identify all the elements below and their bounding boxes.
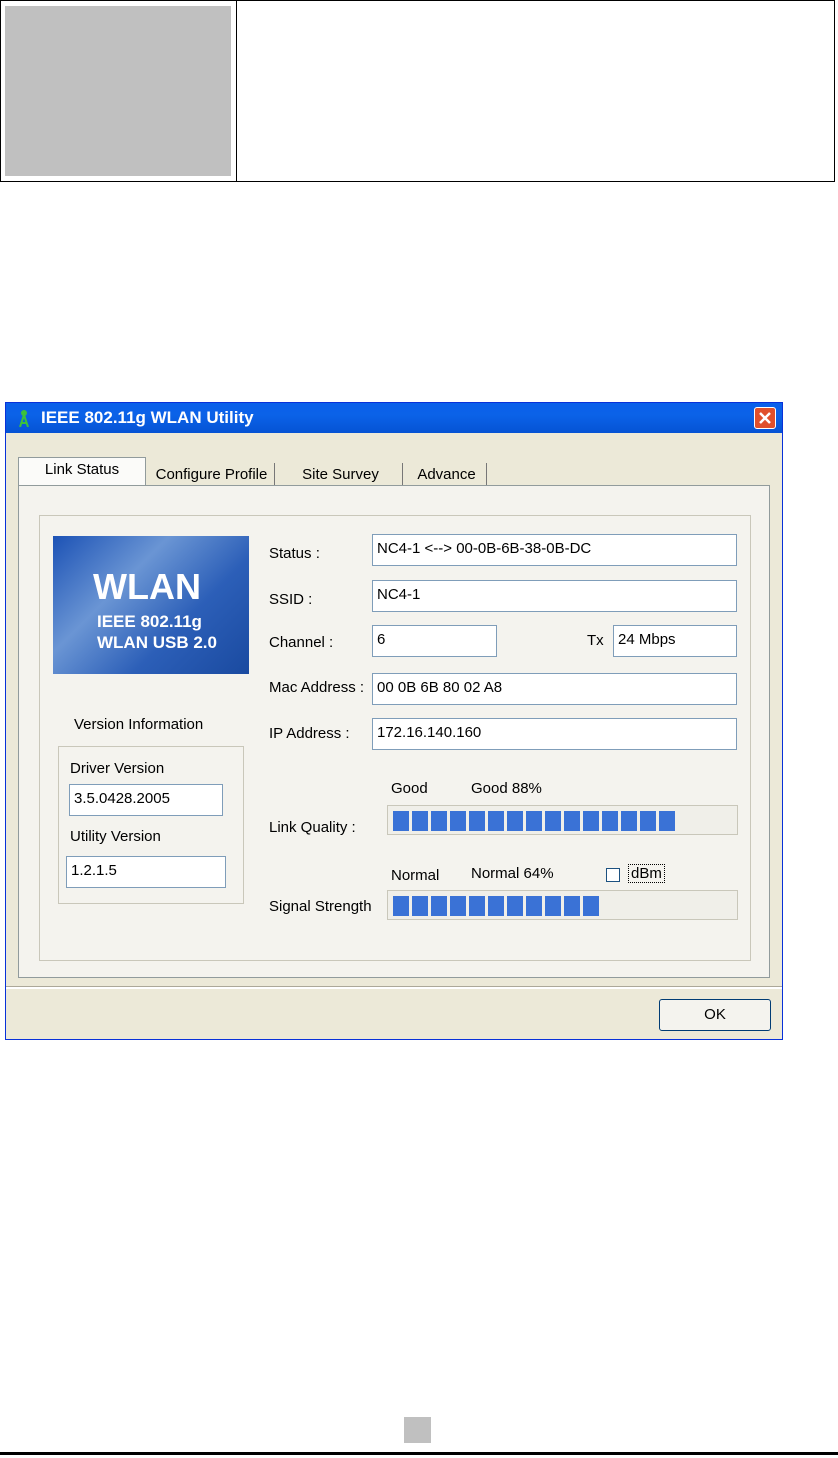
link-quality-segment (564, 811, 580, 831)
signal-strength-segment (564, 896, 580, 916)
signal-strength-text: Normal 64% (471, 865, 554, 882)
status-label: Status : (269, 545, 320, 562)
tab-configure-profile[interactable]: Configure Profile (149, 463, 275, 487)
link-quality-segment (488, 811, 504, 831)
footer-rule (0, 1452, 838, 1455)
header-table (0, 0, 835, 182)
link-quality-segment (602, 811, 618, 831)
signal-strength-word: Normal (391, 867, 440, 884)
signal-strength-segment (431, 896, 447, 916)
signal-strength-segment (526, 896, 542, 916)
close-button[interactable] (754, 407, 776, 429)
link-quality-segment (545, 811, 561, 831)
header-divider (236, 1, 237, 181)
link-quality-segment (526, 811, 542, 831)
link-quality-segment (469, 811, 485, 831)
title-bar[interactable]: IEEE 802.11g WLAN Utility (6, 403, 782, 433)
version-heading: Version Information (74, 716, 204, 733)
signal-strength-label: Signal Strength (269, 898, 372, 915)
dbm-checkbox[interactable] (606, 868, 620, 882)
tx-rate-field: 24 Mbps (613, 625, 737, 657)
antenna-icon (19, 410, 29, 427)
ip-address-label: IP Address : (269, 725, 350, 742)
driver-version-label: Driver Version (70, 760, 165, 777)
ssid-label: SSID : (269, 591, 313, 608)
channel-field: 6 (372, 625, 497, 657)
utility-version-field: 1.2.1.5 (66, 856, 226, 888)
driver-version-field: 3.5.0428.2005 (69, 784, 223, 816)
logo-text-wlan: WLAN (93, 566, 201, 607)
link-quality-segment (621, 811, 637, 831)
header-gray-cell (5, 6, 231, 176)
close-icon (759, 412, 771, 424)
ip-address-field: 172.16.140.160 (372, 718, 737, 750)
link-quality-segment (412, 811, 428, 831)
ssid-field: NC4-1 (372, 580, 737, 612)
link-quality-segment (640, 811, 656, 831)
channel-label: Channel : (269, 634, 334, 651)
page-number-box (404, 1417, 431, 1443)
dbm-label[interactable]: dBm (628, 864, 665, 883)
logo-text-standard: IEEE 802.11g (97, 612, 202, 631)
utility-version-label: Utility Version (70, 828, 161, 845)
ok-button[interactable]: OK (659, 999, 771, 1031)
tx-label: Tx (587, 632, 604, 649)
wlan-logo: WLAN IEEE 802.11g WLAN USB 2.0 (53, 536, 249, 674)
link-quality-segment (659, 811, 675, 831)
link-quality-word: Good (391, 780, 428, 797)
signal-strength-segment (507, 896, 523, 916)
link-quality-segment (583, 811, 599, 831)
signal-strength-segment (469, 896, 485, 916)
signal-strength-segment (393, 896, 409, 916)
wlan-utility-window: IEEE 802.11g WLAN Utility Link Status Co… (5, 402, 783, 1040)
link-quality-text: Good 88% (471, 780, 542, 797)
link-quality-segment (431, 811, 447, 831)
link-quality-segment (507, 811, 523, 831)
signal-strength-segment (583, 896, 599, 916)
signal-strength-segment (412, 896, 428, 916)
link-quality-segment (393, 811, 409, 831)
logo-text-usb: WLAN USB 2.0 (97, 633, 217, 652)
tab-link-status[interactable]: Link Status (18, 457, 146, 487)
link-quality-bar (387, 805, 738, 835)
footer-divider (6, 986, 782, 989)
mac-address-label: Mac Address : (269, 679, 365, 696)
signal-strength-segment (545, 896, 561, 916)
tab-advance[interactable]: Advance (407, 463, 487, 487)
window-title: IEEE 802.11g WLAN Utility (41, 408, 254, 427)
signal-strength-bar (387, 890, 738, 920)
link-quality-segment (450, 811, 466, 831)
mac-address-field: 00 0B 6B 80 02 A8 (372, 673, 737, 705)
tab-site-survey[interactable]: Site Survey (279, 463, 403, 487)
status-field: NC4-1 <--> 00-0B-6B-38-0B-DC (372, 534, 737, 566)
signal-strength-segment (450, 896, 466, 916)
signal-strength-segment (488, 896, 504, 916)
link-quality-label: Link Quality : (269, 819, 356, 836)
